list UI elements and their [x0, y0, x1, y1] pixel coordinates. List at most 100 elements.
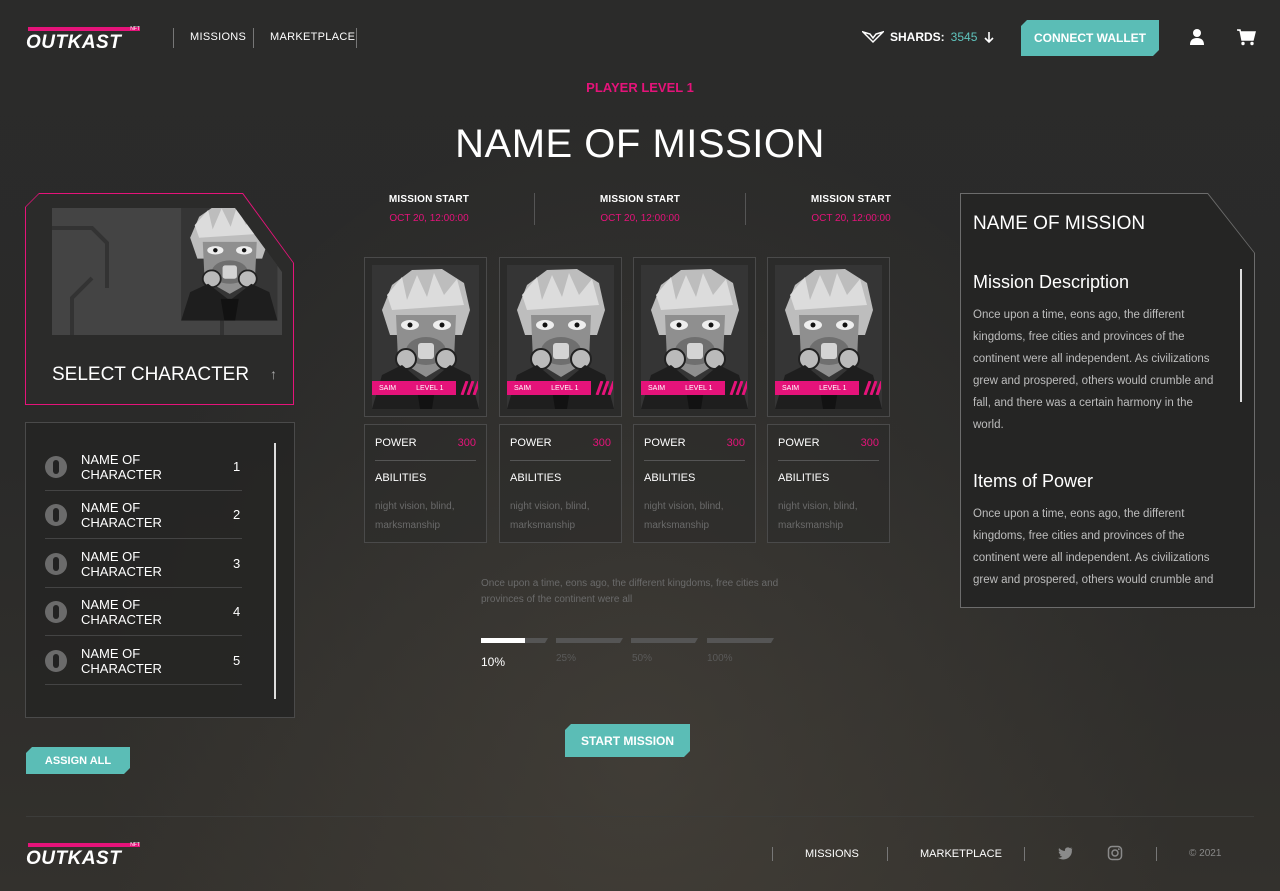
power-label: POWER [510, 437, 552, 449]
logo-badge: NFT [130, 842, 140, 848]
arrow-down-icon[interactable] [983, 31, 995, 44]
power-value: 300 [592, 437, 611, 449]
select-character-label: SELECT CHARACTER [52, 364, 250, 385]
character-name: NAME OF CHARACTER [81, 645, 162, 676]
list-item[interactable]: NAME OF CHARACTER 1 [45, 443, 242, 491]
character-list[interactable]: NAME OF CHARACTER 1 NAME OF CHARACTER 2 … [25, 422, 295, 718]
divider [510, 460, 611, 461]
progress-label: 100% [707, 653, 733, 664]
shards-balance[interactable]: SHARDS: 3545 [862, 30, 995, 44]
footer-marketplace-link[interactable]: MARKETPLACE [920, 848, 1002, 860]
user-icon[interactable] [1188, 28, 1206, 46]
character-portrait: SAIM LEVEL 1 [775, 265, 882, 409]
connect-wallet-button[interactable]: CONNECT WALLET [1021, 20, 1159, 56]
character-name: NAME OF CHARACTER [81, 499, 162, 530]
twitter-icon[interactable] [1057, 845, 1073, 861]
progress-label: 50% [632, 653, 653, 664]
shards-value: 3545 [950, 30, 978, 44]
logo-text: OUTKAST [26, 848, 122, 869]
nav-divider [356, 28, 357, 48]
logo-bar [28, 27, 140, 31]
nav-divider [253, 28, 254, 48]
nav-missions[interactable]: MISSIONS [190, 31, 246, 43]
mission-blurb: Once upon a time, eons ago, the differen… [481, 578, 779, 605]
nav-marketplace[interactable]: MARKETPLACE [270, 31, 355, 43]
footer-divider [772, 847, 773, 861]
section-text: Once upon a time, eons ago, the differen… [973, 508, 1214, 586]
selected-character-image [52, 208, 282, 335]
power-value: 300 [726, 437, 745, 449]
logo-badge: NFT [130, 26, 140, 32]
page-title: NAME OF MISSION [455, 122, 825, 166]
start-mission-button[interactable]: START MISSION [565, 724, 690, 757]
mission-description-panel[interactable]: NAME OF MISSION Mission Description Once… [960, 193, 1255, 608]
progress-step[interactable] [707, 638, 774, 643]
character-card[interactable]: SAIM LEVEL 1 [633, 257, 756, 417]
card-stats: POWER 300 ABILITIES night vision, blind,… [633, 424, 756, 543]
character-number: 1 [233, 459, 241, 474]
description-scrollbar[interactable] [1240, 269, 1242, 402]
character-card[interactable]: SAIM LEVEL 1 [767, 257, 890, 417]
cart-icon[interactable] [1236, 28, 1256, 46]
divider [375, 460, 476, 461]
logo-text: OUTKAST [26, 32, 122, 53]
progress-step[interactable] [631, 638, 698, 643]
list-item[interactable]: NAME OF CHARACTER 3 [45, 540, 242, 588]
stripes-decoration [729, 381, 747, 395]
avatar [45, 455, 67, 478]
card-level: LEVEL 1 [416, 384, 444, 392]
card-level: LEVEL 1 [685, 384, 713, 392]
footer-logo[interactable]: OUTKAST NFT [26, 842, 142, 869]
section-heading: Items of Power [973, 471, 1094, 491]
abilities-label: ABILITIES [644, 472, 696, 484]
character-name: NAME OF CHARACTER [81, 451, 162, 482]
footer-divider [887, 847, 888, 861]
abilities-value: night vision, blind, marksmanship [375, 501, 455, 531]
description-title: NAME OF MISSION [973, 213, 1146, 234]
avatar [45, 649, 67, 672]
footer-divider [1156, 847, 1157, 861]
footer-missions-link[interactable]: MISSIONS [805, 848, 859, 860]
character-portrait: SAIM LEVEL 1 [641, 265, 748, 409]
character-portrait: SAIM LEVEL 1 [507, 265, 614, 409]
character-name: NAME OF CHARACTER [81, 548, 162, 579]
progress-label: 10% [481, 655, 506, 669]
progress-step[interactable] [556, 638, 623, 643]
mission-start-date: OCT 20, 12:00:00 [389, 213, 469, 224]
list-item[interactable]: NAME OF CHARACTER 4 [45, 588, 242, 636]
card-tag: SAIM LEVEL 1 [372, 381, 456, 395]
card-stats: POWER 300 ABILITIES night vision, blind,… [499, 424, 622, 543]
mission-start-date: OCT 20, 12:00:00 [811, 213, 891, 224]
power-value: 300 [860, 437, 879, 449]
header-logo[interactable]: OUTKAST NFT [26, 26, 142, 53]
progress-step[interactable] [481, 638, 548, 643]
avatar [45, 503, 67, 526]
stripes-decoration [595, 381, 613, 395]
character-card[interactable]: SAIM LEVEL 1 [499, 257, 622, 417]
logo-bar [28, 843, 140, 847]
mission-start: MISSION START OCT 20, 12:00:00 [334, 194, 524, 224]
avatar [45, 600, 67, 623]
footer-divider [26, 816, 1254, 817]
card-tag: SAIM LEVEL 1 [775, 381, 859, 395]
avatar [45, 552, 67, 575]
character-number: 5 [233, 653, 241, 668]
assign-all-button[interactable]: ASSIGN ALL [26, 747, 130, 774]
stripes-decoration [863, 381, 881, 395]
character-portrait: SAIM LEVEL 1 [372, 265, 479, 409]
list-item[interactable]: NAME OF CHARACTER 2 [45, 491, 242, 539]
copyright: © 2021 [1189, 848, 1222, 859]
select-character-panel[interactable]: SELECT CHARACTER ↑ [25, 193, 294, 405]
list-item[interactable]: NAME OF CHARACTER 5 [45, 637, 242, 685]
card-level: LEVEL 1 [819, 384, 847, 392]
arrow-up-icon[interactable]: ↑ [270, 366, 277, 382]
instagram-icon[interactable] [1107, 845, 1123, 861]
divider [534, 193, 535, 225]
character-card[interactable]: SAIM LEVEL 1 [364, 257, 487, 417]
stripes-decoration [460, 381, 478, 395]
list-scrollbar[interactable] [274, 443, 276, 699]
abilities-value: night vision, blind, marksmanship [510, 501, 590, 531]
card-tag: SAIM LEVEL 1 [507, 381, 591, 395]
power-label: POWER [375, 437, 417, 449]
section-heading: Mission Description [973, 272, 1130, 292]
